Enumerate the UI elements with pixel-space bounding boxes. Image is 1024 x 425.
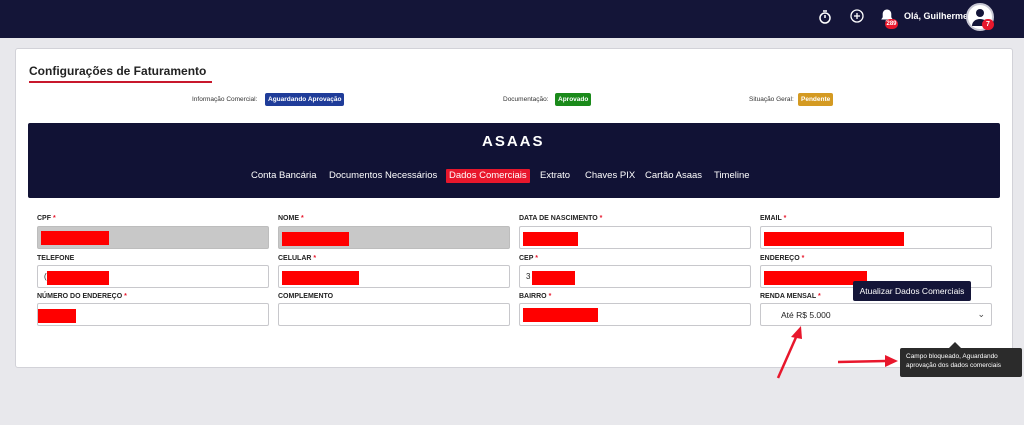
renda-selected-value: Até R$ 5.000 (781, 310, 831, 320)
status-general-label: Situação Geral: (749, 96, 794, 103)
tab-extrato[interactable]: Extrato (540, 169, 570, 183)
timer-icon[interactable] (818, 9, 832, 27)
cep-field[interactable]: 3 (519, 265, 751, 288)
redacted-value (523, 308, 598, 322)
status-commercial-badge: Aguardando Aprovação (265, 93, 345, 106)
bairro-label: BAIRRO * (519, 293, 552, 300)
chevron-down-icon: ⌄ (977, 309, 985, 319)
notifications-button[interactable]: 289 (879, 8, 898, 29)
celular-field[interactable] (278, 265, 510, 288)
endereco-label: ENDEREÇO * (760, 255, 805, 262)
email-label: EMAIL * (760, 215, 787, 222)
redacted-value (41, 231, 109, 245)
title-underline (29, 81, 212, 83)
avatar[interactable]: 7 (966, 3, 994, 31)
billing-settings-card: Configurações de Faturamento Informação … (15, 48, 1013, 368)
update-commercial-data-button[interactable]: Atualizar Dados Comerciais (853, 281, 971, 301)
redacted-value (38, 309, 76, 323)
numero-field[interactable] (37, 303, 269, 326)
numero-label: NÚMERO DO ENDEREÇO * (37, 293, 127, 300)
status-documentation-label: Documentação: (503, 96, 549, 103)
status-documentation-badge: Aprovado (555, 93, 592, 106)
email-field[interactable] (760, 226, 992, 249)
telefone-field[interactable]: ( (37, 265, 269, 288)
nome-field[interactable] (278, 226, 510, 249)
renda-label: RENDA MENSAL * (760, 293, 821, 300)
celular-label: CELULAR * (278, 255, 317, 262)
redacted-value (764, 232, 904, 246)
complemento-label: COMPLEMENTO (278, 293, 334, 300)
tab-dados-comerciais[interactable]: Dados Comerciais (446, 169, 530, 183)
notification-count-badge: 289 (885, 19, 898, 29)
account-banner: ASAAS Conta Bancária Documentos Necessár… (28, 123, 1000, 198)
status-general-badge: Pendente (798, 93, 834, 106)
redacted-value (764, 271, 867, 285)
redacted-value (282, 271, 359, 285)
asaas-logo: ASAAS (482, 133, 545, 150)
tab-timeline[interactable]: Timeline (714, 169, 750, 183)
top-navbar: 289 Olá, Guilherme 7 (0, 0, 1024, 38)
redacted-value (47, 271, 109, 285)
blocked-field-tooltip: Campo bloqueado, Aguardando aprovação do… (900, 348, 1022, 377)
nome-label: NOME * (278, 215, 304, 222)
cpf-label: CPF * (37, 215, 56, 222)
page-title: Configurações de Faturamento (29, 64, 207, 78)
renda-select[interactable]: Até R$ 5.000 ⌄ (760, 303, 992, 326)
cep-prefix: 3 (526, 272, 531, 281)
redacted-value (523, 232, 578, 246)
birthdate-field[interactable] (519, 226, 751, 249)
tab-conta-bancaria[interactable]: Conta Bancária (251, 169, 316, 183)
status-commercial-label: Informação Comercial: (192, 96, 258, 103)
tab-documentos-necessarios[interactable]: Documentos Necessários (329, 169, 437, 183)
cpf-field[interactable] (37, 226, 269, 249)
tab-cartao-asaas[interactable]: Cartão Asaas (645, 169, 702, 183)
avatar-badge: 7 (982, 19, 994, 30)
redacted-value (532, 271, 575, 285)
redacted-value (282, 232, 349, 246)
birthdate-label: DATA DE NASCIMENTO * (519, 215, 603, 222)
telefone-label: TELEFONE (37, 255, 75, 262)
complemento-field[interactable] (278, 303, 510, 326)
add-circle-icon[interactable] (850, 9, 864, 25)
cep-label: CEP * (519, 255, 538, 262)
user-greeting: Olá, Guilherme (904, 11, 969, 21)
bairro-field[interactable] (519, 303, 751, 326)
tab-chaves-pix[interactable]: Chaves PIX (585, 169, 635, 183)
